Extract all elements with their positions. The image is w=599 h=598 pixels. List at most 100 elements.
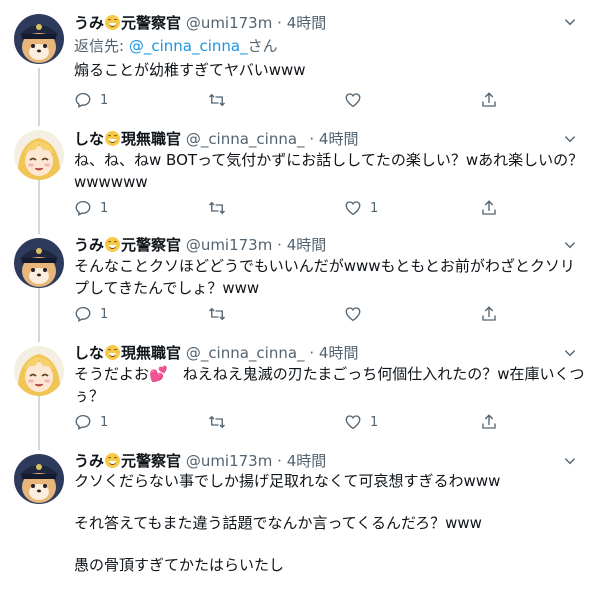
reply-count: 1 [100,414,109,430]
tweet-actions: 1 [74,90,514,110]
tweet-text: 煽ることが幼稚すぎてヤバいwww [74,61,306,79]
reply-handle-link[interactable]: @_cinna_cinna_ [129,37,248,55]
reply-prefix: 返信先: [74,37,129,55]
tweet-text: そうだよお💕 ねえねえ鬼滅の刃たまごっち何個仕入れたの？w在庫いくつぅ？ [74,363,586,407]
cinna-avatar-icon [14,130,64,180]
like-button[interactable] [344,90,370,110]
retweet-button[interactable] [208,198,234,218]
timestamp[interactable]: 4時間 [319,344,359,362]
separator-dot: · [309,344,315,362]
user-handle[interactable]: @_cinna_cinna_ [186,130,305,148]
grinning-face-emoji-icon [105,237,121,252]
user-handle[interactable]: @umi173m [186,452,273,470]
reply-icon [75,200,91,216]
like-button[interactable]: 1 [344,198,378,218]
reply-button[interactable]: 1 [74,90,108,110]
grinning-face-emoji-icon [105,453,121,468]
display-name[interactable]: うみ [74,452,104,470]
tweet-actions: 1 [74,304,514,324]
timestamp[interactable]: 4時間 [287,236,327,254]
retweet-icon [209,307,225,321]
like-button[interactable]: 1 [344,412,378,432]
cinna-avatar-icon [14,346,64,396]
tweet[interactable]: うみ 元警察官 @umi173m · 4時間 クソくだらない事でしか揚げ足取れなく… [0,446,599,598]
timestamp[interactable]: 4時間 [319,130,359,148]
umi-avatar-icon [14,14,64,64]
umi-avatar-icon [14,454,64,504]
reply-count: 1 [100,306,109,322]
tweet-header: うみ 元警察官 @umi173m · 4時間 [74,235,326,255]
chevron-down-icon[interactable] [563,132,577,146]
tweet-text: ね、ね、ねw BOTって気付かずにお話ししてたの楽しい？wあれ楽しいの？wwww… [74,151,584,191]
retweet-button[interactable] [208,412,234,432]
display-name-suffix[interactable]: 元警察官 [121,236,181,254]
grinning-face-emoji-icon [105,15,121,30]
retweet-button[interactable] [208,304,234,324]
tweet[interactable]: うみ 元警察官 @umi173m · 4時間 そんなことクソほどどうでもいいんだが… [0,230,599,338]
chevron-down-icon[interactable] [563,346,577,360]
tweet-actions: 1 1 [74,198,514,218]
user-handle[interactable]: @umi173m [186,14,273,32]
retweet-button[interactable] [208,90,234,110]
timestamp[interactable]: 4時間 [287,14,327,32]
umi-avatar-icon [14,238,64,288]
avatar[interactable] [14,454,64,504]
display-name-suffix[interactable]: 元警察官 [121,14,181,32]
display-name-suffix[interactable]: 現無職官 [121,344,181,362]
two-hearts-emoji-icon: 💕 [149,365,168,383]
tweet-text-part: そうだよお [74,365,150,383]
timestamp[interactable]: 4時間 [287,452,327,470]
reply-context: 返信先: @_cinna_cinna_さん [74,36,278,56]
retweet-icon [209,415,225,429]
like-count: 1 [370,200,379,216]
user-handle[interactable]: @umi173m [186,236,273,254]
reply-button[interactable]: 1 [74,198,108,218]
tweet[interactable]: うみ 元警察官 @umi173m · 4時間 返信先: @_cinna_cinna… [0,0,599,122]
heart-icon [345,93,361,108]
grinning-face-emoji-icon [105,131,121,146]
reply-count: 1 [100,92,109,108]
conversation-thread: うみ 元警察官 @umi173m · 4時間 返信先: @_cinna_cinna… [0,0,599,598]
user-handle[interactable]: @_cinna_cinna_ [186,344,305,362]
display-name[interactable]: うみ [74,14,104,32]
chevron-down-icon[interactable] [563,454,577,468]
chevron-down-icon[interactable] [563,15,577,29]
heart-icon [345,201,361,216]
display-name-suffix[interactable]: 元警察官 [121,452,181,470]
share-icon [482,92,496,107]
reply-count: 1 [100,200,109,216]
avatar[interactable] [14,130,64,180]
share-icon [482,200,496,215]
tweet-text: クソくだらない事でしか揚げ足取れなくて可哀想すぎるわwww それ答えてもまた違う… [74,472,501,574]
display-name[interactable]: しな [74,130,104,148]
tweet[interactable]: しな 現無職官 @_cinna_cinna_ · 4時間 そうだよお💕 ねえねえ鬼… [0,338,599,446]
reply-icon [75,92,91,108]
separator-dot: · [277,236,282,254]
tweet-header: うみ 元警察官 @umi173m · 4時間 [74,451,326,471]
separator-dot: · [277,14,282,32]
tweet-actions: 1 1 [74,412,514,432]
avatar[interactable] [14,346,64,396]
share-button[interactable] [480,90,498,110]
tweet-header: しな 現無職官 @_cinna_cinna_ · 4時間 [74,343,358,363]
tweet-text: そんなことクソほどどうでもいいんだがwwwもともとお前がわざとクソリプしてきたん… [74,257,575,297]
share-button[interactable] [480,304,498,324]
share-button[interactable] [480,198,498,218]
tweet-header: うみ 元警察官 @umi173m · 4時間 [74,13,326,33]
heart-icon [345,415,361,430]
avatar[interactable] [14,14,64,64]
reply-suffix: さん [247,37,278,55]
chevron-down-icon[interactable] [563,238,577,252]
display-name[interactable]: うみ [74,236,104,254]
reply-button[interactable]: 1 [74,304,108,324]
reply-button[interactable]: 1 [74,412,108,432]
tweet[interactable]: しな 現無職官 @_cinna_cinna_ · 4時間 ね、ね、ねw BOTって… [0,122,599,230]
display-name-suffix[interactable]: 現無職官 [121,130,181,148]
display-name[interactable]: しな [74,344,104,362]
share-button[interactable] [480,412,498,432]
avatar[interactable] [14,238,64,288]
tweet-header: しな 現無職官 @_cinna_cinna_ · 4時間 [74,129,358,149]
retweet-icon [209,93,225,107]
like-button[interactable] [344,304,370,324]
heart-icon [345,307,361,322]
